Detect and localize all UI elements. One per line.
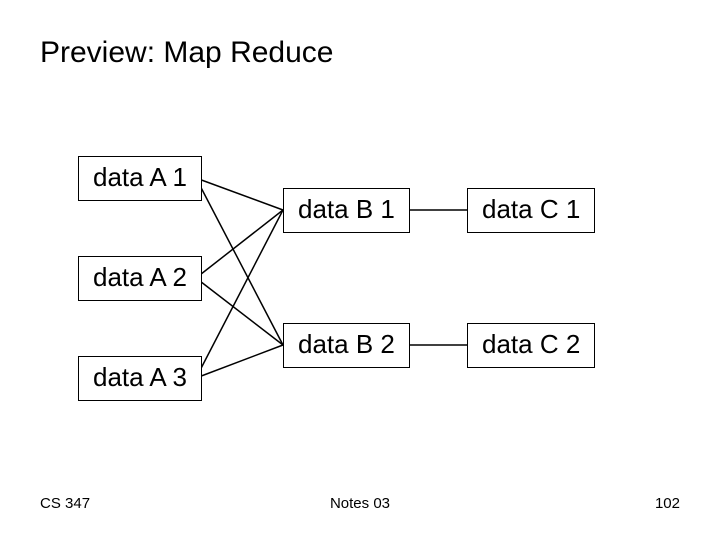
box-a2: data A 2 [78,256,202,301]
box-c1: data C 1 [467,188,595,233]
box-b2: data B 2 [283,323,410,368]
box-c2: data C 2 [467,323,595,368]
footer-page: 102 [655,495,680,512]
footer-notes: Notes 03 [0,495,720,512]
box-b1: data B 1 [283,188,410,233]
slide-title: Preview: Map Reduce [40,36,333,70]
box-a3: data A 3 [78,356,202,401]
box-a1: data A 1 [78,156,202,201]
